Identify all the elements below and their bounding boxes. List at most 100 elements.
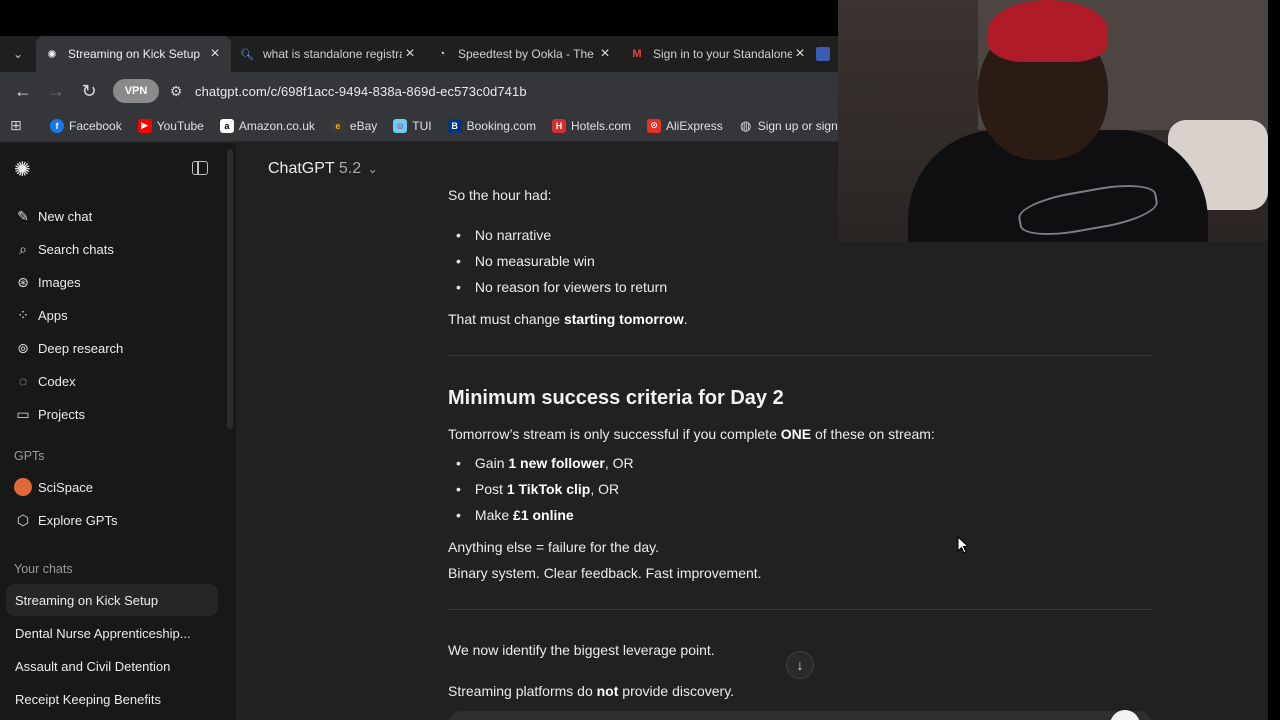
bookmark-tui[interactable]: ☺ TUI (393, 118, 432, 133)
tab-speedtest[interactable]: ◔ Speedtest by Ookla - The G × (426, 36, 621, 72)
bookmark-label: Facebook (69, 118, 122, 133)
close-icon[interactable]: × (792, 45, 808, 63)
mouse-cursor-icon (957, 536, 969, 554)
sidebar-item-codex[interactable]: ◌ Codex (14, 369, 76, 393)
images-icon: ⊛ (17, 273, 29, 290)
chat-item-assault-civil-detention[interactable]: Assault and Civil Detention (6, 650, 218, 682)
tab-title: Speedtest by Ookla - The G (458, 47, 597, 61)
divider (448, 609, 1152, 610)
url-field[interactable]: chatgpt.com/c/698f1acc-9494-838a-869d-ec… (195, 84, 527, 99)
paragraph-failure: Anything else = failure for the day. (448, 539, 660, 555)
back-arrow-icon[interactable]: ← (8, 76, 38, 106)
apps-grid-icon[interactable]: ⊞ (10, 117, 32, 134)
text-run-bold: starting tomorrow (563, 311, 684, 327)
text-run: Post (474, 481, 507, 497)
close-icon[interactable]: × (597, 45, 613, 63)
chat-item-receipt-keeping[interactable]: Receipt Keeping Benefits (6, 683, 218, 715)
speedtest-icon: ◔ (438, 48, 446, 60)
reload-icon[interactable]: ↻ (74, 76, 104, 106)
telescope-icon: ⊚ (17, 339, 29, 356)
paragraph-criteria: Tomorrow’s stream is only successful if … (448, 426, 935, 442)
sidebar-item-explore-gpts[interactable]: ⬡ Explore GPTs (14, 508, 118, 532)
tab-search-chevron-icon[interactable]: ⌄ (0, 36, 36, 72)
bookmark-label: AliExpress (666, 118, 723, 133)
paragraph-leverage: We now identify the biggest leverage poi… (448, 642, 715, 658)
bookmark-label: eBay (349, 118, 378, 133)
model-selector[interactable]: ChatGPT 5.2 ⌄ (268, 160, 378, 178)
youtube-icon: ▶ (137, 118, 152, 133)
bookmark-youtube[interactable]: ▶ YouTube (137, 118, 204, 133)
bookmark-sign-up[interactable]: ◍ Sign up or sign in (739, 117, 851, 133)
aliexpress-icon: ⊙ (647, 118, 662, 133)
list-item: No reason for viewers to return (456, 279, 667, 295)
sidebar-item-apps[interactable]: ⁘ Apps (14, 303, 68, 327)
openai-logo-icon[interactable]: ✺ (14, 159, 36, 181)
sidebar-item-label: Apps (38, 307, 68, 323)
sidebar: ✺ ✎ New chat ⌕ Search chats ⊛ Images ⁘ Apps … (0, 143, 236, 720)
text-run: of these on stream: (811, 426, 935, 442)
sidebar-scrollbar[interactable] (227, 149, 233, 429)
bookmark-facebook[interactable]: f Facebook (50, 118, 122, 133)
sidebar-item-images[interactable]: ⊛ Images (14, 270, 81, 294)
close-icon[interactable]: × (402, 45, 418, 63)
sidebar-item-label: SciSpace (38, 479, 93, 495)
bookmark-ebay[interactable]: e eBay (330, 118, 378, 133)
tab-title: Sign in to your Standalone (653, 47, 792, 61)
bookmark-booking[interactable]: B Booking.com (447, 118, 536, 133)
text-run-bold: 1 new follower (508, 455, 605, 471)
paragraph-binary: Binary system. Clear feedback. Fast impr… (448, 565, 762, 581)
text-run: provide discovery. (618, 683, 735, 699)
scroll-to-bottom-button[interactable]: ↓ (786, 651, 814, 679)
forward-arrow-icon[interactable]: → (41, 76, 71, 106)
tab-streaming-on-kick[interactable]: ✺ Streaming on Kick Setup × (36, 36, 231, 72)
text-run: Gain (474, 455, 509, 471)
text-run: Streaming platforms do (448, 683, 597, 699)
ebay-icon: e (330, 118, 345, 133)
tab-sign-in-standalone[interactable]: M Sign in to your Standalone × (621, 36, 816, 72)
explore-gpts-icon: ⬡ (16, 511, 30, 528)
booking-icon: B (447, 118, 462, 133)
sidebar-item-scispace[interactable]: SciSpace (14, 475, 93, 499)
message-composer[interactable] (448, 711, 1152, 720)
close-icon[interactable]: × (207, 45, 223, 63)
webcam-red-cap (988, 0, 1108, 62)
paragraph-change: That must change starting tomorrow. (448, 311, 688, 327)
gmail-icon: M (632, 48, 642, 60)
tab-standalone-search[interactable]: 🔍︎ what is standalone registra × (231, 36, 426, 72)
sidebar-item-new-chat[interactable]: ✎ New chat (14, 204, 92, 228)
pencil-icon: ✎ (17, 207, 29, 224)
sidebar-item-search-chats[interactable]: ⌕ Search chats (14, 237, 114, 261)
bookmark-amazon[interactable]: a Amazon.co.uk (219, 118, 315, 133)
list-item: No narrative (456, 227, 551, 243)
sidebar-item-label: Codex (38, 373, 76, 389)
amazon-icon: a (219, 118, 234, 133)
globe-icon: ◍ (740, 117, 752, 133)
tab-partial[interactable] (816, 36, 840, 72)
site-settings-icon[interactable]: ⚙ (163, 78, 189, 104)
right-edge-strip (1268, 0, 1280, 720)
text-run: Tomorrow’s stream is only successful if … (448, 426, 781, 442)
webcam-overlay (838, 0, 1268, 242)
sidebar-item-label: Projects (38, 406, 85, 422)
text-run: Make (474, 507, 514, 523)
folder-icon: ▭ (16, 405, 30, 422)
bookmark-aliexpress[interactable]: ⊙ AliExpress (647, 118, 723, 133)
hotels-icon: H (551, 118, 566, 133)
bookmark-label: Booking.com (466, 118, 536, 133)
text-run-bold: ONE (780, 426, 812, 442)
gpts-section-label: GPTs (14, 449, 45, 463)
arrow-down-icon: ↓ (796, 657, 804, 673)
sidebar-item-deep-research[interactable]: ⊚ Deep research (14, 336, 123, 360)
chat-item-dental-nurse[interactable]: Dental Nurse Apprenticeship... (6, 617, 218, 649)
sidebar-toggle-icon[interactable] (192, 161, 208, 175)
bookmark-hotels[interactable]: H Hotels.com (551, 118, 631, 133)
bookmark-label: Sign up or sign in (757, 118, 851, 133)
text-run-bold: £1 online (513, 507, 574, 523)
sidebar-item-label: Search chats (38, 241, 114, 257)
chat-item-streaming-on-kick[interactable]: Streaming on Kick Setup (6, 584, 218, 616)
site-icon (816, 47, 830, 61)
vpn-badge[interactable]: VPN (113, 79, 159, 103)
divider (448, 355, 1152, 356)
sidebar-item-projects[interactable]: ▭ Projects (14, 402, 85, 426)
chatgpt-icon: ✺ (47, 48, 57, 61)
